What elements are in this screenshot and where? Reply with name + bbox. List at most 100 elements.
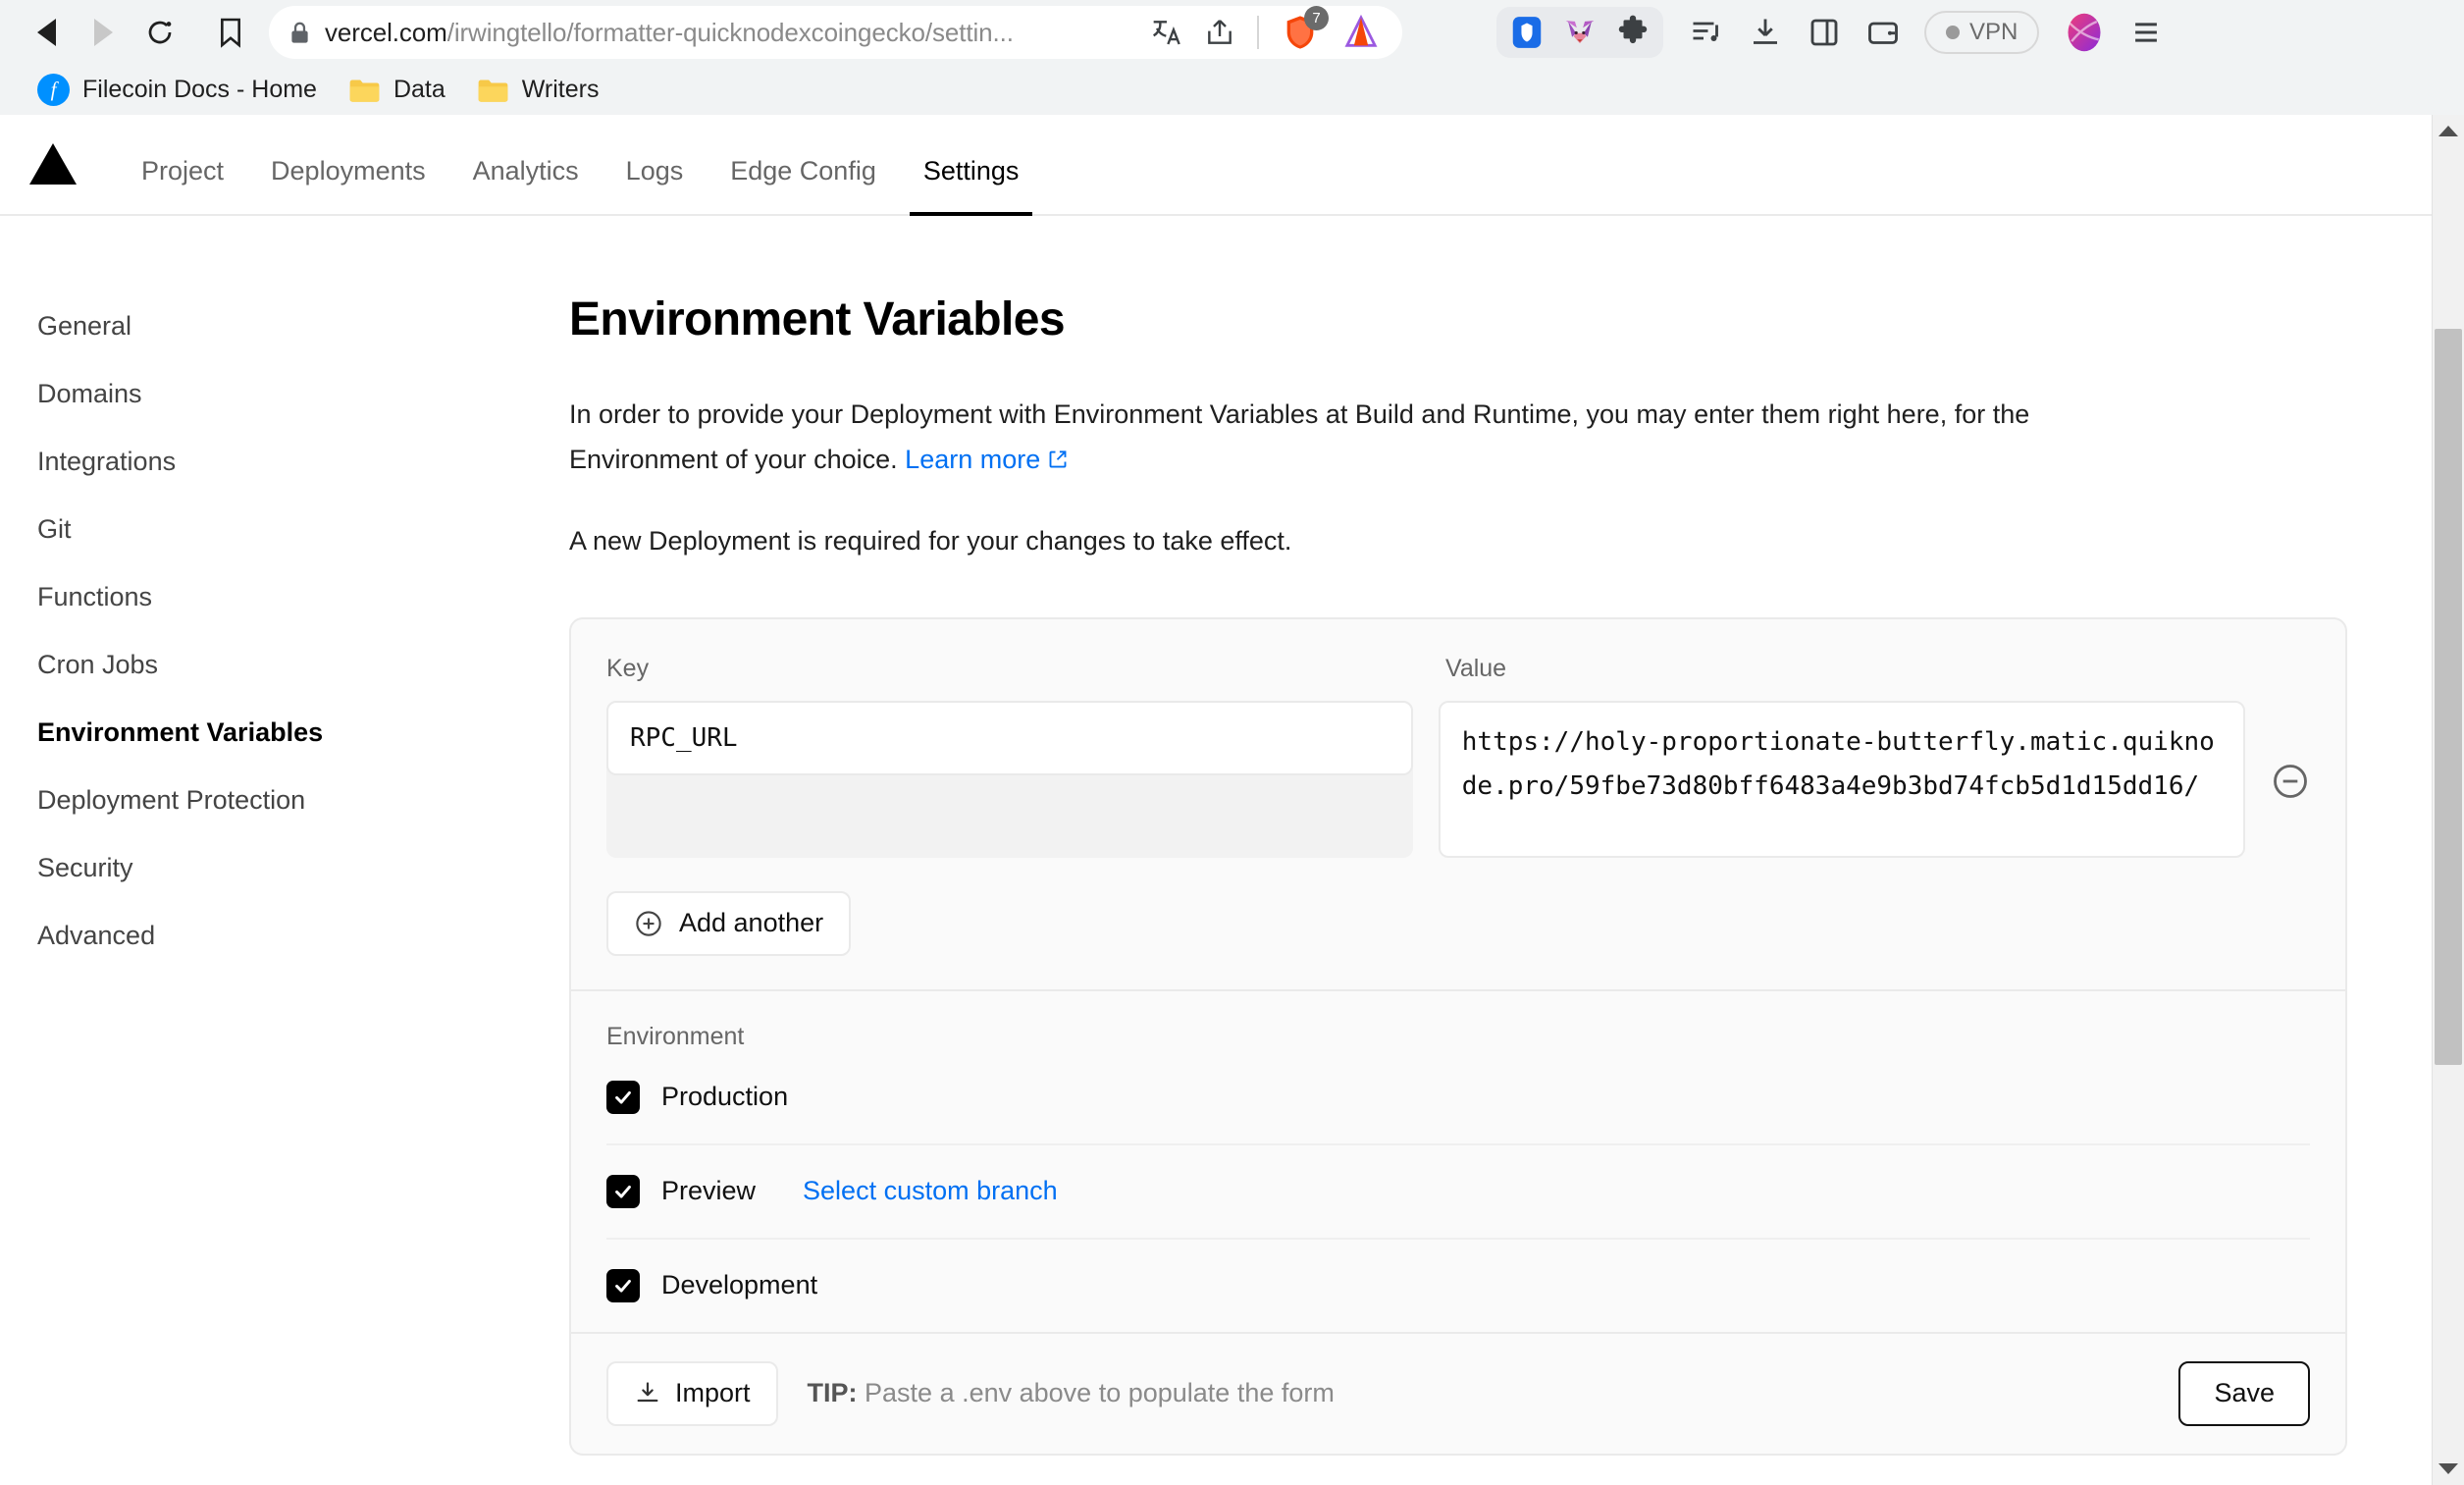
- sidebar-item-advanced[interactable]: Advanced: [37, 902, 569, 970]
- sidebar-item-functions[interactable]: Functions: [37, 563, 569, 631]
- extensions-puzzle-icon[interactable]: [1614, 14, 1651, 51]
- preview-checkbox[interactable]: [606, 1174, 640, 1208]
- profile-avatar-icon[interactable]: [2063, 11, 2106, 54]
- playlist-icon[interactable]: [1689, 15, 1724, 50]
- translate-icon[interactable]: [1151, 17, 1182, 48]
- hamburger-menu-icon[interactable]: [2129, 18, 2163, 47]
- bookmark-icon[interactable]: [218, 17, 243, 48]
- scrollbar-down-button[interactable]: [2433, 1453, 2464, 1485]
- development-label: Development: [661, 1270, 818, 1300]
- project-top-nav: Project Deployments Analytics Logs Edge …: [0, 115, 2464, 216]
- env-var-card: Key Value RPC_URL https://holy-proportio…: [569, 616, 2347, 1456]
- brave-shield-icon[interactable]: 7: [1281, 6, 1329, 52]
- bookmark-label: Filecoin Docs - Home: [82, 76, 317, 103]
- sidebar-item-deployment-protection[interactable]: Deployment Protection: [37, 767, 569, 834]
- vercel-triangle-logo-icon[interactable]: [29, 143, 77, 185]
- downloads-icon[interactable]: [1748, 15, 1783, 50]
- vpn-button[interactable]: VPN: [1924, 11, 2040, 54]
- save-button[interactable]: Save: [2178, 1360, 2310, 1426]
- save-label: Save: [2214, 1378, 2275, 1408]
- tab-logs[interactable]: Logs: [603, 156, 708, 214]
- sidebar-item-domains[interactable]: Domains: [37, 360, 569, 428]
- select-custom-branch-link[interactable]: Select custom branch: [803, 1176, 1058, 1206]
- onepassword-icon[interactable]: [1508, 14, 1546, 51]
- extensions-group: [1496, 7, 1663, 58]
- key-field-label: Key: [606, 654, 650, 682]
- tip-body: Paste a .env above to populate the form: [857, 1378, 1335, 1408]
- development-checkbox[interactable]: [606, 1268, 640, 1302]
- url-path: /irwingtello/formatter-quicknodexcoingec…: [446, 17, 1014, 47]
- environment-section: Environment Production Preview Select cu…: [571, 991, 2345, 1332]
- sidebar-item-integrations[interactable]: Integrations: [37, 428, 569, 496]
- production-label: Production: [661, 1082, 789, 1112]
- tab-deployments[interactable]: Deployments: [247, 156, 449, 214]
- external-link-icon: [1049, 451, 1067, 468]
- metamask-icon[interactable]: [1561, 14, 1599, 51]
- add-another-button[interactable]: Add another: [606, 890, 852, 956]
- env-var-form: Key Value RPC_URL https://holy-proportio…: [571, 619, 2345, 989]
- bookmark-folder-data[interactable]: Data: [333, 71, 461, 109]
- chevron-down-icon: [2438, 1463, 2458, 1474]
- field-labels-row: Key Value: [606, 655, 2310, 683]
- remove-variable-button[interactable]: [2271, 762, 2310, 801]
- back-arrow-icon: [36, 19, 56, 46]
- page-content: Project Deployments Analytics Logs Edge …: [0, 115, 2464, 1485]
- settings-sidebar: General Domains Integrations Git Functio…: [0, 292, 569, 1456]
- url-bar[interactable]: vercel.com/irwingtello/formatter-quickno…: [269, 6, 1402, 59]
- folder-icon: [478, 79, 508, 102]
- learn-more-label: Learn more: [905, 445, 1041, 475]
- tab-analytics[interactable]: Analytics: [449, 156, 603, 214]
- plus-circle-icon: [636, 911, 661, 936]
- check-icon: [615, 1279, 631, 1293]
- sidebar-item-cron-jobs[interactable]: Cron Jobs: [37, 631, 569, 699]
- wallet-icon[interactable]: [1865, 15, 1901, 50]
- reload-button[interactable]: [131, 4, 188, 61]
- production-checkbox[interactable]: [606, 1080, 640, 1114]
- filecoin-icon: f: [37, 74, 70, 106]
- forward-arrow-icon: [93, 19, 113, 46]
- forward-button[interactable]: [75, 4, 131, 61]
- vpn-status-dot: [1946, 26, 1960, 39]
- tab-settings[interactable]: Settings: [900, 156, 1043, 216]
- page-scrollbar[interactable]: [2432, 115, 2464, 1485]
- env-option-development[interactable]: Development: [606, 1240, 2310, 1332]
- learn-more-link[interactable]: Learn more: [905, 445, 1040, 474]
- back-button[interactable]: [18, 4, 75, 61]
- key-input[interactable]: RPC_URL: [606, 700, 1413, 775]
- tip-prefix: TIP:: [807, 1378, 858, 1408]
- tab-edge-config[interactable]: Edge Config: [707, 156, 900, 214]
- scrollbar-up-button[interactable]: [2433, 115, 2464, 147]
- value-input[interactable]: https://holy-proportionate-butterfly.mat…: [1438, 700, 2245, 858]
- download-icon: [637, 1382, 658, 1402]
- lock-icon: [291, 22, 308, 43]
- share-icon[interactable]: [1204, 17, 1235, 48]
- tab-project[interactable]: Project: [118, 156, 247, 214]
- environment-section-label: Environment: [606, 1022, 745, 1050]
- url-text: vercel.com/irwingtello/formatter-quickno…: [325, 18, 1014, 48]
- scrollbar-track[interactable]: [2433, 147, 2464, 1453]
- toolbar-divider: [1257, 16, 1259, 49]
- import-button[interactable]: Import: [606, 1360, 778, 1426]
- sidebar-item-security[interactable]: Security: [37, 834, 569, 902]
- deployment-notice: A new Deployment is required for your ch…: [569, 525, 1292, 556]
- env-option-production[interactable]: Production: [606, 1051, 2310, 1145]
- add-another-label: Add another: [679, 908, 824, 938]
- import-label: Import: [675, 1378, 751, 1408]
- settings-main: Environment Variables In order to provid…: [569, 292, 2464, 1456]
- card-footer: Import TIP: Paste a .env above to popula…: [571, 1331, 2345, 1454]
- sidebar-item-environment-variables[interactable]: Environment Variables: [37, 699, 569, 767]
- env-option-preview[interactable]: Preview Select custom branch: [606, 1145, 2310, 1240]
- bookmark-folder-writers[interactable]: Writers: [461, 71, 615, 109]
- bookmark-label: Data: [393, 76, 446, 103]
- key-input-value: RPC_URL: [630, 722, 738, 753]
- bookmark-filecoin-docs[interactable]: f Filecoin Docs - Home: [22, 69, 333, 111]
- folder-icon: [349, 79, 380, 102]
- check-icon: [615, 1185, 631, 1198]
- brave-logo-icon[interactable]: [1341, 13, 1381, 52]
- tip-text: TIP: Paste a .env above to populate the …: [808, 1378, 1335, 1408]
- sidebar-panel-icon[interactable]: [1807, 15, 1842, 50]
- sidebar-item-general[interactable]: General: [37, 292, 569, 360]
- sidebar-item-git[interactable]: Git: [37, 496, 569, 563]
- scrollbar-thumb[interactable]: [2435, 329, 2462, 1065]
- preview-label: Preview: [661, 1176, 757, 1206]
